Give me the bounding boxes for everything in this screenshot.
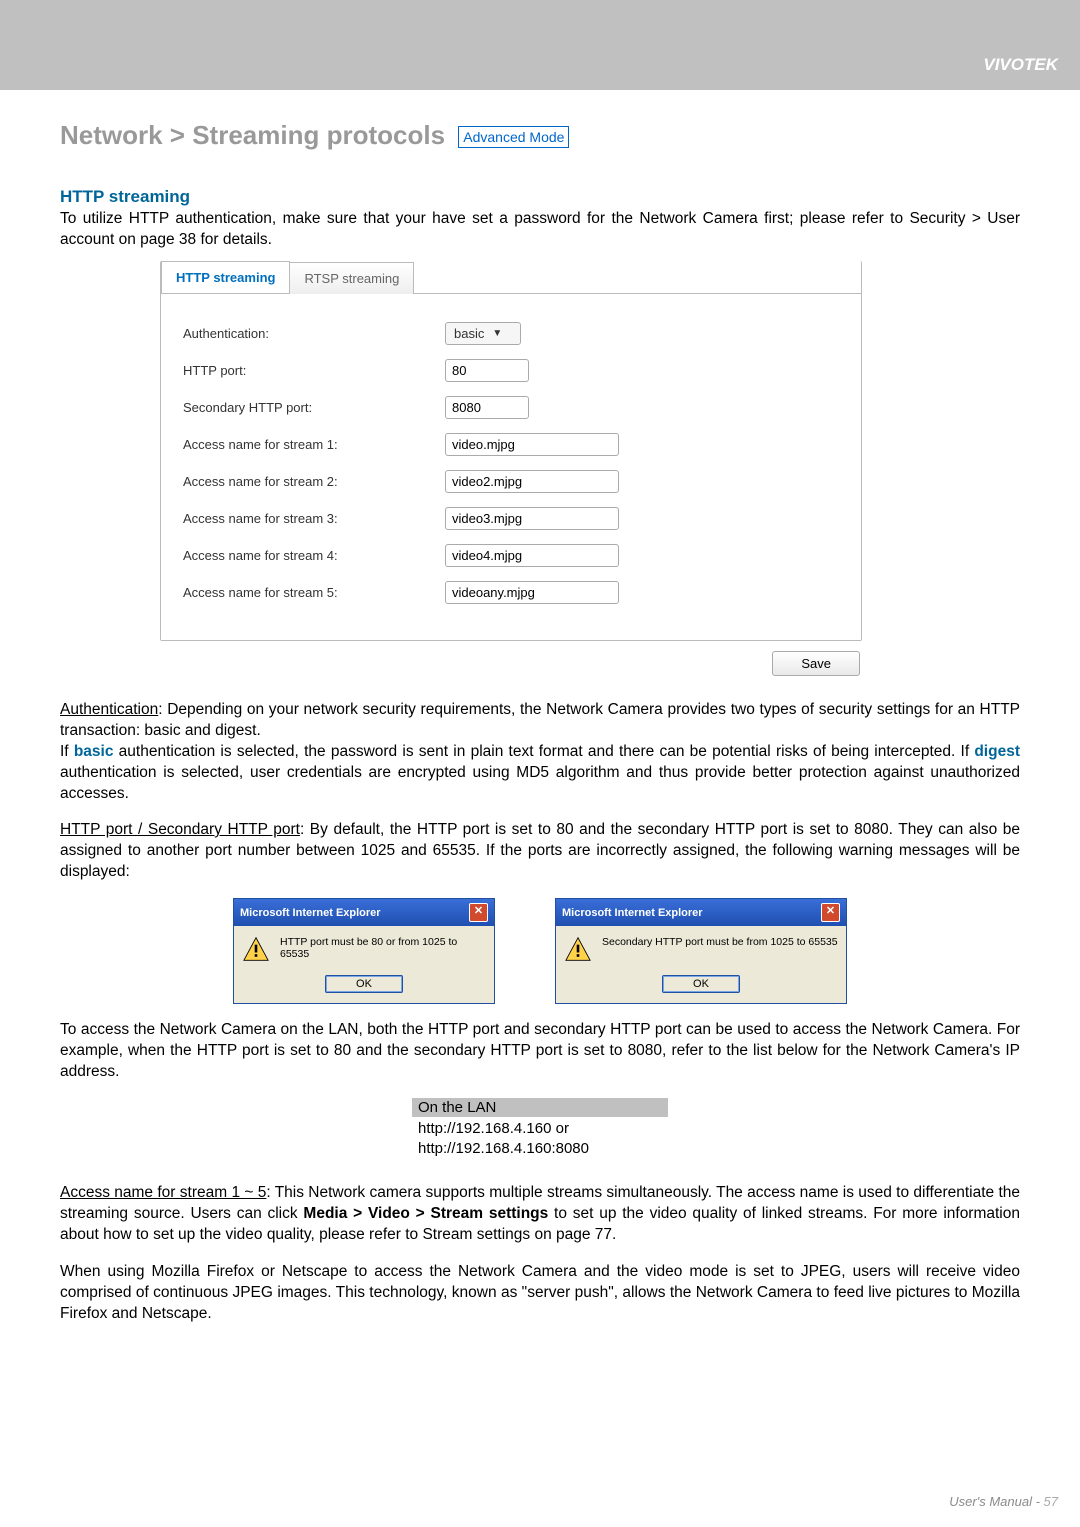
http-streaming-subhead: HTTP streaming: [60, 187, 1020, 207]
save-button[interactable]: Save: [772, 651, 860, 676]
page-title: Network > Streaming protocols Advanced M…: [60, 120, 1020, 151]
close-icon[interactable]: ✕: [821, 903, 840, 922]
auth-value: basic: [454, 326, 484, 341]
access-heading: Access name for stream 1 ~ 5: [60, 1184, 266, 1201]
footer: User's Manual - 57: [949, 1494, 1058, 1509]
brand-text: VIVOTEK: [983, 55, 1058, 75]
stream5-label: Access name for stream 5:: [183, 585, 445, 600]
stream3-label: Access name for stream 3:: [183, 511, 445, 526]
settings-panel: HTTP streaming RTSP streaming Authentica…: [160, 261, 862, 641]
footer-label: User's Manual -: [949, 1494, 1043, 1509]
lan-line1: http://192.168.4.160 or: [418, 1119, 662, 1139]
digest-term: digest: [974, 743, 1020, 760]
chevron-down-icon: ▼: [492, 328, 502, 339]
stream4-label: Access name for stream 4:: [183, 548, 445, 563]
dialog1-title: Microsoft Internet Explorer: [240, 907, 381, 919]
stream1-input[interactable]: [445, 433, 619, 456]
intro-text: To utilize HTTP authentication, make sur…: [60, 209, 1020, 251]
http-port-label: HTTP port:: [183, 363, 445, 378]
dialog1-ok-button[interactable]: OK: [325, 975, 403, 993]
warning-icon: [564, 936, 592, 962]
mode-badge: Advanced Mode: [458, 126, 569, 148]
title-text: Network > Streaming protocols: [60, 120, 445, 150]
warning-icon: [242, 936, 270, 962]
dialog2-message: Secondary HTTP port must be from 1025 to…: [602, 936, 838, 948]
tabbar: HTTP streaming RTSP streaming: [161, 261, 861, 293]
ports-heading: HTTP port / Secondary HTTP port: [60, 821, 300, 838]
firefox-paragraph: When using Mozilla Firefox or Netscape t…: [60, 1262, 1020, 1325]
close-icon[interactable]: ✕: [469, 903, 488, 922]
auth-heading: Authentication: [60, 701, 158, 718]
access-paragraph: Access name for stream 1 ~ 5: This Netwo…: [60, 1183, 1020, 1246]
auth-paragraph: Authentication: Depending on your networ…: [60, 700, 1020, 805]
dialog2-ok-button[interactable]: OK: [662, 975, 740, 993]
stream5-input[interactable]: [445, 581, 619, 604]
media-path: Media > Video > Stream settings: [303, 1205, 548, 1222]
lan-line2: http://192.168.4.160:8080: [418, 1139, 662, 1159]
stream4-input[interactable]: [445, 544, 619, 567]
dialog-row: Microsoft Internet Explorer ✕ HTTP port …: [60, 898, 1020, 1004]
error-dialog-1: Microsoft Internet Explorer ✕ HTTP port …: [233, 898, 495, 1004]
auth-label: Authentication:: [183, 326, 445, 341]
lan-paragraph: To access the Network Camera on the LAN,…: [60, 1020, 1020, 1083]
http-port-input[interactable]: [445, 359, 529, 382]
dialog1-message: HTTP port must be 80 or from 1025 to 655…: [280, 936, 486, 960]
basic-term: basic: [74, 743, 114, 760]
stream1-label: Access name for stream 1:: [183, 437, 445, 452]
stream3-input[interactable]: [445, 507, 619, 530]
page-number: 57: [1044, 1494, 1058, 1509]
secondary-http-port-input[interactable]: [445, 396, 529, 419]
auth-select[interactable]: basic ▼: [445, 322, 521, 345]
ports-paragraph: HTTP port / Secondary HTTP port: By defa…: [60, 820, 1020, 883]
error-dialog-2: Microsoft Internet Explorer ✕ Secondary …: [555, 898, 847, 1004]
dialog2-title: Microsoft Internet Explorer: [562, 907, 703, 919]
stream2-label: Access name for stream 2:: [183, 474, 445, 489]
tab-http-streaming[interactable]: HTTP streaming: [161, 261, 290, 293]
lan-heading: On the LAN: [412, 1098, 668, 1117]
stream2-input[interactable]: [445, 470, 619, 493]
secondary-http-port-label: Secondary HTTP port:: [183, 400, 445, 415]
lan-box: On the LAN http://192.168.4.160 or http:…: [412, 1098, 668, 1162]
tab-rtsp-streaming[interactable]: RTSP streaming: [289, 262, 414, 294]
